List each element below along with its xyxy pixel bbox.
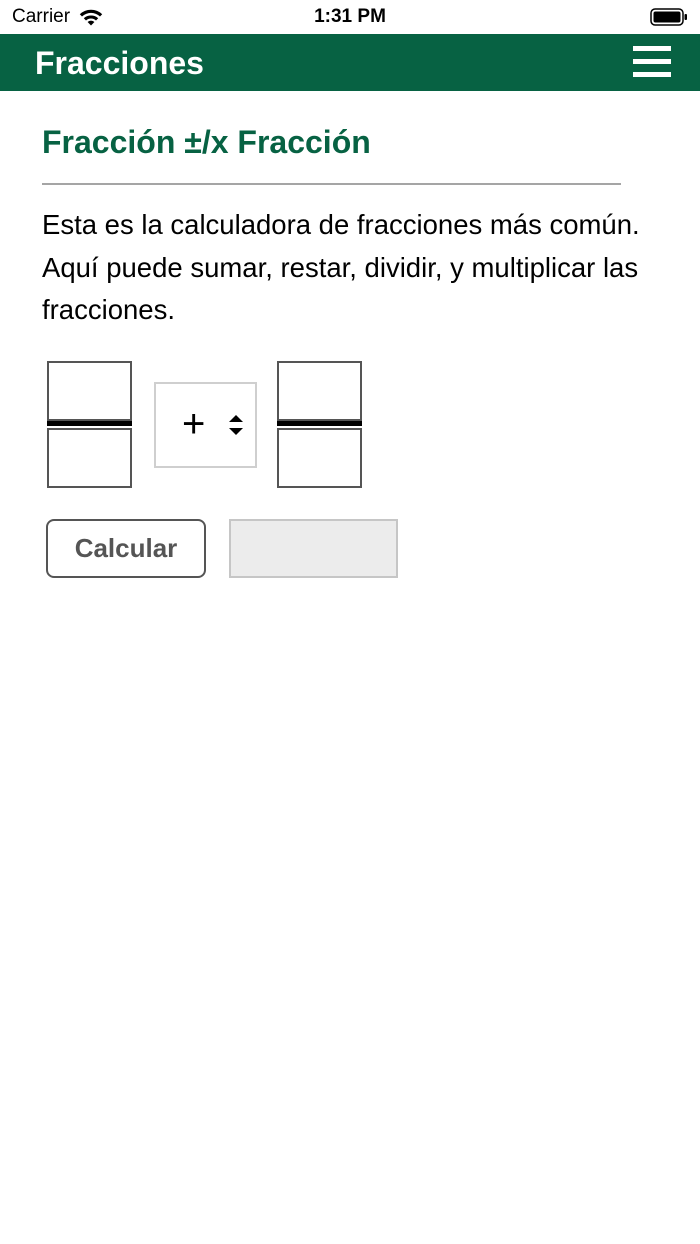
- status-bar: Carrier 1:31 PM: [0, 0, 700, 34]
- chevron-updown-icon: [229, 415, 243, 435]
- operator-selected-value: +: [182, 402, 206, 446]
- menu-line-top: [633, 46, 671, 51]
- result-field: [229, 519, 398, 578]
- fraction-1-bar: [47, 421, 132, 426]
- menu-line-bottom: [633, 72, 671, 77]
- hamburger-menu-icon[interactable]: [633, 46, 671, 78]
- app-title: Fracciones: [35, 45, 204, 81]
- fraction-1-numerator-input[interactable]: [47, 361, 132, 421]
- fraction-2-bar: [277, 421, 362, 426]
- status-time: 1:31 PM: [314, 6, 386, 27]
- fraction-1-denominator-input[interactable]: [47, 428, 132, 488]
- menu-line-middle: [633, 59, 671, 64]
- battery-icon: [650, 8, 687, 26]
- section-divider: [42, 183, 621, 185]
- fraction-2-denominator-input[interactable]: [277, 428, 362, 488]
- app-header: Fracciones: [0, 34, 700, 91]
- fraction-2-numerator-input[interactable]: [277, 361, 362, 421]
- fraction-2: [277, 361, 362, 488]
- calculate-button[interactable]: Calcular: [46, 519, 206, 578]
- section-title: Fracción ±/x Fracción: [42, 124, 371, 160]
- description-text: Esta es la calculadora de fracciones más…: [42, 209, 640, 325]
- operator-select[interactable]: +: [154, 382, 257, 468]
- fraction-1: [47, 361, 132, 488]
